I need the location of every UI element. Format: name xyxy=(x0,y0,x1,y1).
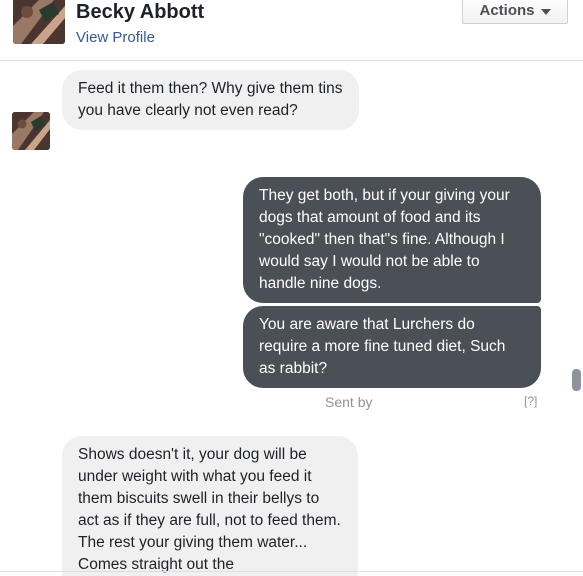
avatar-image xyxy=(13,0,65,44)
scrollbar-thumb[interactable] xyxy=(572,369,581,391)
sent-by-status: Sent by xyxy=(325,394,373,410)
contact-avatar[interactable] xyxy=(13,0,65,44)
conversation-header: Becky Abbott View Profile Actions xyxy=(0,0,583,61)
view-profile-link[interactable]: View Profile xyxy=(76,28,155,48)
actions-button[interactable]: Actions xyxy=(462,0,568,24)
actions-label: Actions xyxy=(479,1,535,19)
avatar-image xyxy=(12,112,50,150)
divider xyxy=(0,571,583,572)
help-link[interactable]: [?] xyxy=(524,394,537,408)
message-bubble-incoming[interactable]: Shows doesn't it, your dog will be under… xyxy=(62,436,358,576)
message-bubble-incoming[interactable]: Feed it them then? Why give them tins yo… xyxy=(62,70,359,130)
contact-name[interactable]: Becky Abbott xyxy=(76,0,204,24)
chevron-down-icon xyxy=(540,8,551,15)
message-bubble-outgoing[interactable]: They get both, but if your giving your d… xyxy=(243,177,541,303)
message-bubble-outgoing[interactable]: You are aware that Lurchers do require a… xyxy=(243,306,541,388)
message-avatar[interactable] xyxy=(12,112,50,150)
